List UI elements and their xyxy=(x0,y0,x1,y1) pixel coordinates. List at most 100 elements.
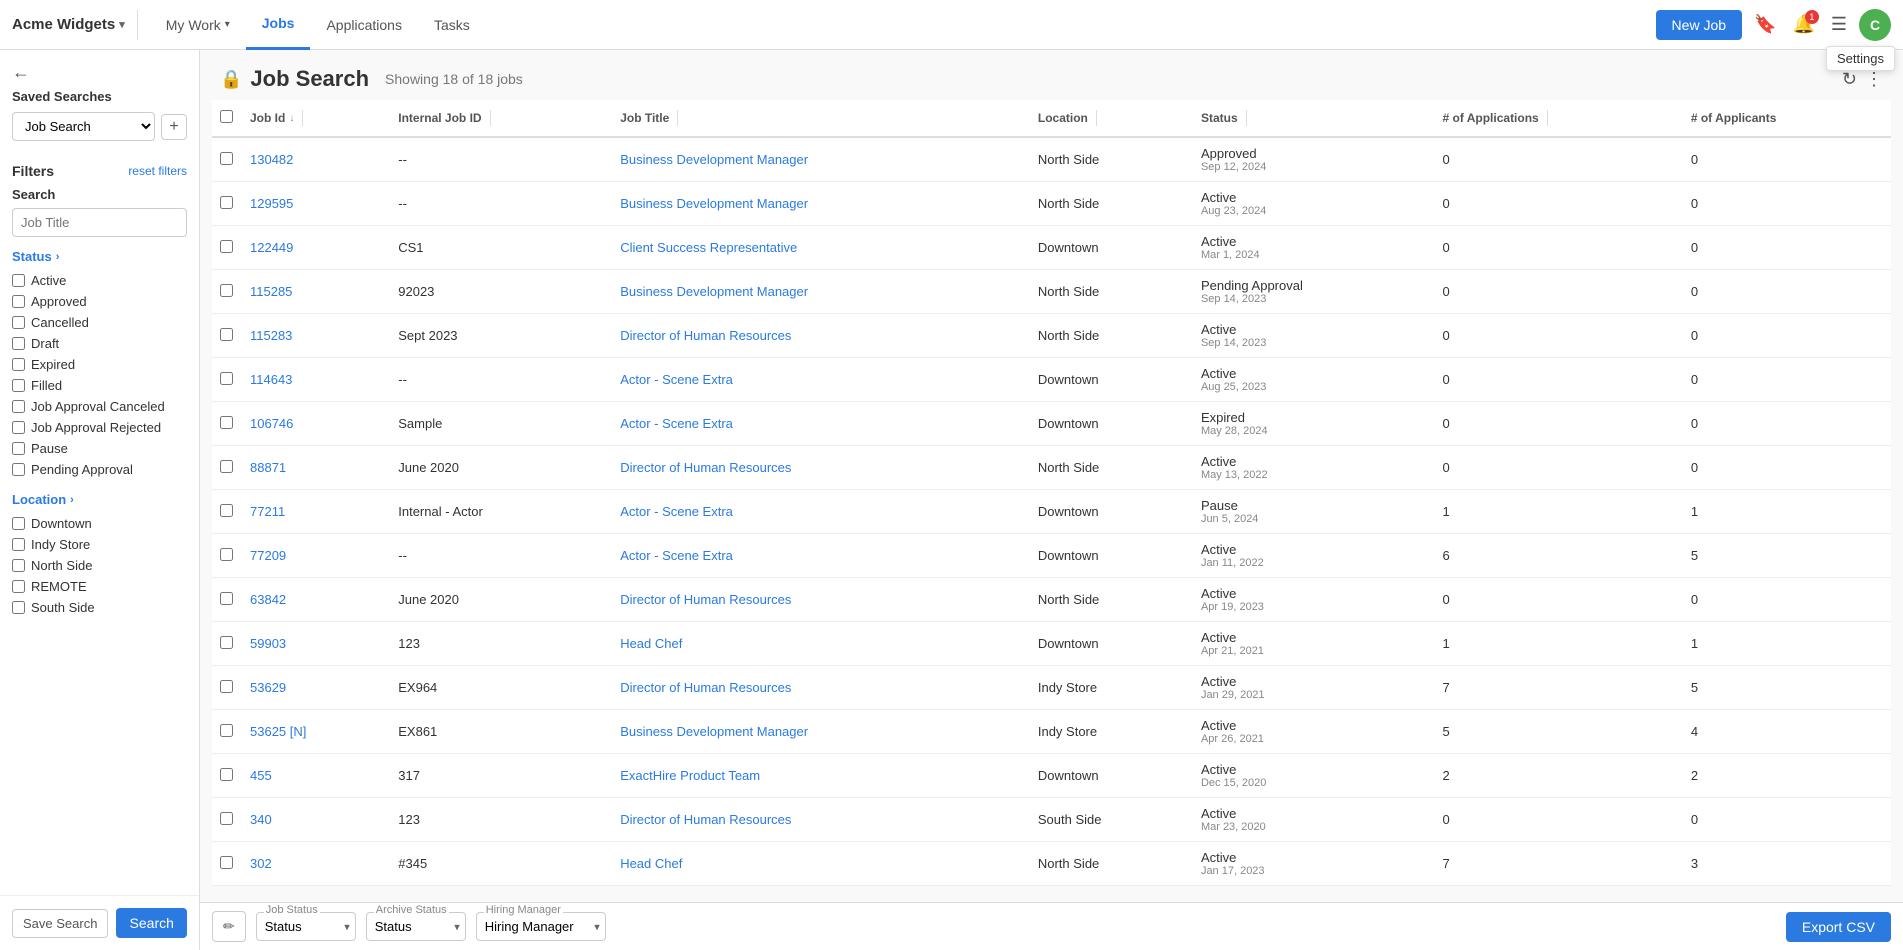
job-title-cell[interactable]: Director of Human Resources xyxy=(612,578,1030,622)
job-title-cell[interactable]: Client Success Representative xyxy=(612,226,1030,270)
status-checkbox[interactable] xyxy=(12,358,25,371)
job-title-search-input[interactable] xyxy=(12,208,187,237)
row-checkbox[interactable] xyxy=(220,240,233,253)
status-option-filled[interactable]: Filled xyxy=(12,375,187,396)
search-button[interactable]: Search xyxy=(116,908,187,938)
job-id-col-header[interactable]: Job Id ↓ xyxy=(242,100,390,137)
job-title-cell[interactable]: Actor - Scene Extra xyxy=(612,534,1030,578)
notification-icon-button[interactable]: 🔔 1 xyxy=(1788,10,1818,39)
job-id-cell[interactable]: 106746 xyxy=(242,402,390,446)
job-title-cell[interactable]: Business Development Manager xyxy=(612,137,1030,182)
job-id-cell[interactable]: 63842 xyxy=(242,578,390,622)
add-saved-search-button[interactable]: + xyxy=(161,114,187,140)
job-id-cell[interactable]: 77209 xyxy=(242,534,390,578)
status-option-active[interactable]: Active xyxy=(12,270,187,291)
job-id-cell[interactable]: 88871 xyxy=(242,446,390,490)
status-option-expired[interactable]: Expired xyxy=(12,354,187,375)
row-checkbox[interactable] xyxy=(220,680,233,693)
row-checkbox[interactable] xyxy=(220,328,233,341)
row-checkbox[interactable] xyxy=(220,416,233,429)
nav-link-my-work[interactable]: My Work ▾ xyxy=(150,0,246,50)
status-checkbox[interactable] xyxy=(12,379,25,392)
job-status-select[interactable]: Status xyxy=(256,912,356,941)
job-id-cell[interactable]: 129595 xyxy=(242,182,390,226)
location-option-remote[interactable]: REMOTE xyxy=(12,576,187,597)
row-checkbox[interactable] xyxy=(220,856,233,869)
status-option-draft[interactable]: Draft xyxy=(12,333,187,354)
status-checkbox[interactable] xyxy=(12,400,25,413)
settings-icon-button[interactable]: ☰ xyxy=(1827,10,1851,39)
status-checkbox[interactable] xyxy=(12,316,25,329)
job-id-cell[interactable]: 115283 xyxy=(242,314,390,358)
row-checkbox[interactable] xyxy=(220,724,233,737)
nav-link-jobs[interactable]: Jobs xyxy=(246,0,311,50)
row-checkbox[interactable] xyxy=(220,152,233,165)
job-id-cell[interactable]: 114643 xyxy=(242,358,390,402)
job-title-cell[interactable]: Business Development Manager xyxy=(612,710,1030,754)
location-checkbox[interactable] xyxy=(12,559,25,572)
location-checkbox[interactable] xyxy=(12,601,25,614)
location-col-header[interactable]: Location xyxy=(1030,100,1193,137)
location-checkbox[interactable] xyxy=(12,580,25,593)
job-title-cell[interactable]: Director of Human Resources xyxy=(612,446,1030,490)
status-checkbox[interactable] xyxy=(12,463,25,476)
num-applicants-col-header[interactable]: # of Applicants xyxy=(1683,100,1891,137)
row-checkbox[interactable] xyxy=(220,636,233,649)
job-title-cell[interactable]: Actor - Scene Extra xyxy=(612,358,1030,402)
refresh-button[interactable]: ↻ xyxy=(1842,69,1857,90)
status-option-pending-approval[interactable]: Pending Approval xyxy=(12,459,187,480)
job-id-cell[interactable]: 77211 xyxy=(242,490,390,534)
internal-job-id-col-header[interactable]: Internal Job ID xyxy=(390,100,612,137)
num-apps-col-header[interactable]: # of Applications xyxy=(1435,100,1683,137)
status-option-cancelled[interactable]: Cancelled xyxy=(12,312,187,333)
status-col-header[interactable]: Status xyxy=(1193,100,1435,137)
nav-link-tasks[interactable]: Tasks xyxy=(418,0,486,50)
archive-status-select[interactable]: Status xyxy=(366,912,466,941)
job-title-cell[interactable]: ExactHire Product Team xyxy=(612,754,1030,798)
location-checkbox[interactable] xyxy=(12,517,25,530)
job-title-cell[interactable]: Head Chef xyxy=(612,842,1030,886)
job-id-cell[interactable]: 53625 [N] xyxy=(242,710,390,754)
status-checkbox[interactable] xyxy=(12,442,25,455)
job-title-cell[interactable]: Director of Human Resources xyxy=(612,666,1030,710)
new-job-button[interactable]: New Job xyxy=(1656,10,1742,40)
bulk-edit-button[interactable]: ✏ xyxy=(212,911,246,942)
location-option-south-side[interactable]: South Side xyxy=(12,597,187,618)
location-checkbox[interactable] xyxy=(12,538,25,551)
nav-link-applications[interactable]: Applications xyxy=(310,0,418,50)
job-id-cell[interactable]: 59903 xyxy=(242,622,390,666)
status-filter-header[interactable]: Status › xyxy=(0,241,199,268)
export-csv-button[interactable]: Export CSV xyxy=(1786,912,1891,942)
job-id-cell[interactable]: 115285 xyxy=(242,270,390,314)
row-checkbox[interactable] xyxy=(220,372,233,385)
row-checkbox[interactable] xyxy=(220,548,233,561)
status-checkbox[interactable] xyxy=(12,295,25,308)
status-checkbox[interactable] xyxy=(12,337,25,350)
status-checkbox[interactable] xyxy=(12,421,25,434)
avatar-button[interactable]: C xyxy=(1859,9,1891,41)
job-title-cell[interactable]: Actor - Scene Extra xyxy=(612,490,1030,534)
job-id-cell[interactable]: 122449 xyxy=(242,226,390,270)
sidebar-collapse-button[interactable]: ← xyxy=(12,62,30,83)
brand-name[interactable]: Acme Widgets ▾ xyxy=(12,16,125,33)
row-checkbox[interactable] xyxy=(220,504,233,517)
job-title-cell[interactable]: Head Chef xyxy=(612,622,1030,666)
job-id-cell[interactable]: 53629 xyxy=(242,666,390,710)
bookmark-icon-button[interactable]: 🔖 xyxy=(1750,10,1780,39)
location-option-downtown[interactable]: Downtown xyxy=(12,513,187,534)
select-all-checkbox[interactable] xyxy=(220,110,233,123)
job-title-cell[interactable]: Director of Human Resources xyxy=(612,798,1030,842)
job-id-cell[interactable]: 340 xyxy=(242,798,390,842)
job-id-cell[interactable]: 455 xyxy=(242,754,390,798)
job-title-cell[interactable]: Business Development Manager xyxy=(612,182,1030,226)
job-title-cell[interactable]: Director of Human Resources xyxy=(612,314,1030,358)
hiring-manager-select[interactable]: Hiring Manager xyxy=(476,912,606,941)
status-checkbox[interactable] xyxy=(12,274,25,287)
reset-filters-button[interactable]: reset filters xyxy=(128,164,187,178)
row-checkbox[interactable] xyxy=(220,284,233,297)
saved-search-select[interactable]: Job Search xyxy=(12,112,155,141)
location-filter-header[interactable]: Location › xyxy=(0,484,199,511)
row-checkbox[interactable] xyxy=(220,768,233,781)
job-id-cell[interactable]: 302 xyxy=(242,842,390,886)
status-option-pause[interactable]: Pause xyxy=(12,438,187,459)
